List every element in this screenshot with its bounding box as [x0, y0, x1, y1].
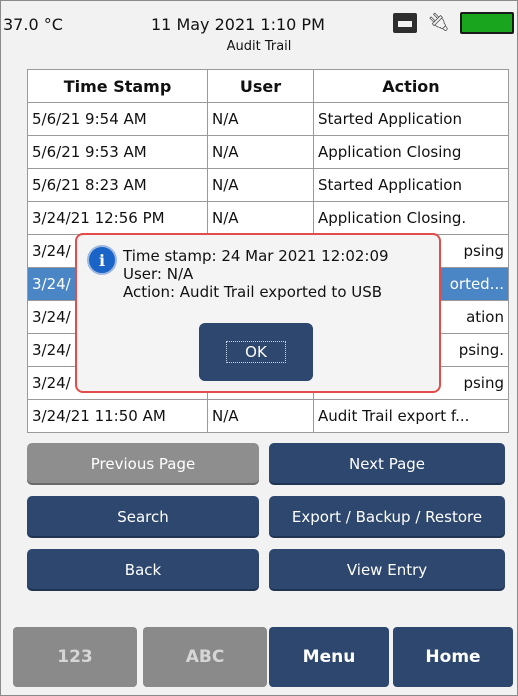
cell-user: N/A [207, 201, 314, 235]
status-bar: 37.0 °C 11 May 2021 1:10 PM Audit Trail … [1, 1, 517, 65]
ok-button[interactable]: OK [199, 323, 313, 381]
info-icon: i [87, 245, 117, 275]
table-row[interactable]: 3/24/21 12:56 PM N/A Application Closing… [27, 201, 509, 235]
page-title: Audit Trail [226, 39, 292, 54]
entry-info-dialog: i Time stamp: 24 Mar 2021 12:02:09 User:… [75, 233, 441, 393]
table-row[interactable]: 5/6/21 9:54 AM N/A Started Application [27, 102, 509, 136]
ok-button-label: OK [226, 341, 286, 363]
plug-icon: 🔌︎ [427, 12, 450, 33]
cell-time: 5/6/21 8:23 AM [27, 168, 208, 202]
alpha-keypad-key[interactable]: ABC [143, 627, 267, 687]
column-header-user: User [207, 69, 314, 103]
column-header-action: Action [313, 69, 509, 103]
cell-time: 5/6/21 9:53 AM [27, 135, 208, 169]
cell-time: 3/24/21 12:56 PM [27, 201, 208, 235]
cell-time: 5/6/21 9:54 AM [27, 102, 208, 136]
home-key[interactable]: Home [393, 627, 513, 687]
export-backup-restore-button[interactable]: Export / Backup / Restore [269, 496, 505, 538]
cell-action: Application Closing. [313, 201, 509, 235]
dialog-action: Action: Audit Trail exported to USB [123, 283, 383, 301]
table-row[interactable]: 5/6/21 8:23 AM N/A Started Application [27, 168, 509, 202]
temperature-readout: 37.0 °C [3, 15, 63, 34]
back-button[interactable]: Back [27, 549, 259, 591]
search-button[interactable]: Search [27, 496, 259, 538]
previous-page-button[interactable]: Previous Page [27, 443, 259, 485]
dialog-timestamp: Time stamp: 24 Mar 2021 12:02:09 [123, 247, 389, 265]
dialog-user: User: N/A [123, 265, 194, 283]
table-header-row: Time Stamp User Action [27, 69, 509, 103]
cell-action: Audit Trail export f... [313, 399, 509, 433]
cell-user: N/A [207, 102, 314, 136]
cell-user: N/A [207, 168, 314, 202]
numeric-keypad-key[interactable]: 123 [13, 627, 137, 687]
device-screen: 37.0 °C 11 May 2021 1:10 PM Audit Trail … [0, 0, 518, 696]
next-page-button[interactable]: Next Page [269, 443, 505, 485]
view-entry-button[interactable]: View Entry [269, 549, 505, 591]
cell-user: N/A [207, 399, 314, 433]
date-time: 11 May 2021 1:10 PM [151, 15, 325, 34]
cell-time: 3/24/21 11:50 AM [27, 399, 208, 433]
table-row[interactable]: 5/6/21 9:53 AM N/A Application Closing [27, 135, 509, 169]
cell-user: N/A [207, 135, 314, 169]
storage-icon [393, 13, 417, 33]
menu-key[interactable]: Menu [269, 627, 389, 687]
cell-action: Started Application [313, 102, 509, 136]
dialog-message: Time stamp: 24 Mar 2021 12:02:09 User: N… [123, 247, 389, 301]
cell-action: Started Application [313, 168, 509, 202]
table-row[interactable]: 3/24/21 11:50 AM N/A Audit Trail export … [27, 399, 509, 433]
cell-action: Application Closing [313, 135, 509, 169]
battery-icon [459, 12, 514, 34]
column-header-time-stamp: Time Stamp [27, 69, 208, 103]
system-icons: 🔌︎ [393, 12, 514, 34]
